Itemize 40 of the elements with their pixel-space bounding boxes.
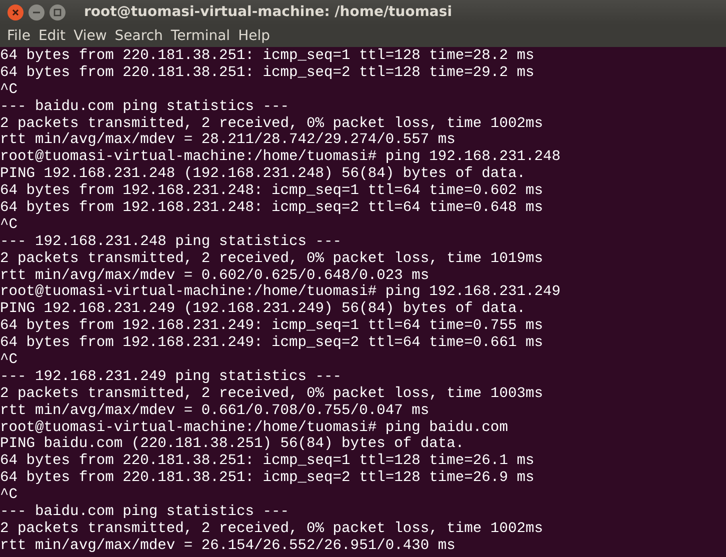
terminal-line: 64 bytes from 192.168.231.249: icmp_seq=2 ttl=64 time=0.661 ms: [0, 335, 544, 352]
terminal-line: 2 packets transmitted, 2 received, 0% packet loss, time 1002ms: [0, 520, 544, 538]
maximize-icon[interactable]: [49, 4, 66, 20]
terminal-line: root@tuomasi-virtual-machine:/home/tuomasi# ping 192.168.231.248: [0, 149, 562, 166]
terminal-line: PING 192.168.231.248 (192.168.231.248) 56(84) bytes of data.: [0, 166, 526, 183]
close-icon[interactable]: [7, 4, 24, 20]
terminal-line: 64 bytes from 220.181.38.251: icmp_seq=2 ttl=128 time=29.2 ms: [0, 64, 536, 82]
terminal-line: ^C: [0, 487, 19, 504]
menu-item[interactable]: View: [70, 28, 111, 44]
terminal-line: 64 bytes from 192.168.231.248: icmp_seq=2 ttl=64 time=0.648 ms: [0, 200, 544, 217]
terminal-line: 64 bytes from 220.181.38.251: icmp_seq=1 ttl=128 time=28.2 ms: [0, 48, 536, 65]
terminal-line: root@tuomasi-virtual-machine:/home/tuomasi# ping 192.168.231.249: [0, 284, 562, 301]
terminal-line: --- baidu.com ping statistics ---: [0, 98, 290, 116]
terminal-line: rtt min/avg/max/mdev = 26.154/26.552/26.951/0.430 ms: [0, 538, 456, 555]
terminal-line: ^C: [0, 216, 19, 234]
window-title: root@tuomasi-virtual-machine: /home/tuomasi: [84, 4, 452, 20]
terminal-line: 2 packets transmitted, 2 received, 0% packet loss, time 1019ms: [0, 250, 544, 268]
menu-item[interactable]: Terminal: [166, 28, 234, 44]
terminal-line: 64 bytes from 220.181.38.251: icmp_seq=1 ttl=128 time=26.1 ms: [0, 453, 536, 470]
terminal-line: --- baidu.com ping statistics ---: [0, 504, 290, 521]
terminal-line: --- 192.168.231.249 ping statistics ---: [0, 368, 343, 386]
terminal-line: ^C: [0, 352, 19, 369]
terminal-line: PING 192.168.231.249 (192.168.231.249) 56(84) bytes of data.: [0, 301, 526, 318]
terminal-line: PING baidu.com (220.181.38.251) 56(84) bytes of data.: [0, 436, 466, 453]
terminal-line: ^C: [0, 82, 19, 99]
minimize-icon[interactable]: [28, 4, 45, 20]
menu-item[interactable]: Help: [234, 28, 274, 44]
terminal-line: --- 192.168.231.248 ping statistics ---: [0, 234, 343, 251]
terminal-line: rtt min/avg/max/mdev = 0.602/0.625/0.648/0.023 ms: [0, 268, 430, 284]
menu-item[interactable]: Edit: [34, 28, 70, 44]
terminal-line: rtt min/avg/max/mdev = 0.661/0.708/0.755/0.047 ms: [0, 402, 430, 420]
terminal-line: 2 packets transmitted, 2 received, 0% packet loss, time 1002ms: [0, 116, 544, 132]
menu-item[interactable]: Search: [110, 28, 167, 44]
terminal-line: 64 bytes from 220.181.38.251: icmp_seq=2 ttl=128 time=26.9 ms: [0, 470, 536, 488]
terminal-line: 64 bytes from 192.168.231.249: icmp_seq=1 ttl=64 time=0.755 ms: [0, 318, 544, 335]
terminal-line: rtt min/avg/max/mdev = 28.211/28.742/29.274/0.557 ms: [0, 132, 456, 149]
terminal-line: 2 packets transmitted, 2 received, 0% packet loss, time 1003ms: [0, 386, 544, 403]
terminal-line: 64 bytes from 192.168.231.248: icmp_seq=1 ttl=64 time=0.602 ms: [0, 183, 544, 200]
terminal-line: root@tuomasi-virtual-machine:/home/tuomasi# ping baidu.com: [0, 420, 509, 436]
menu-item[interactable]: File: [3, 28, 34, 44]
